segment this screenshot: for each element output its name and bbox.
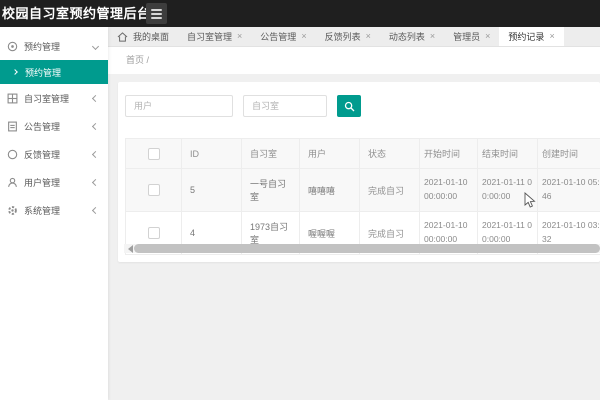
sidebar-item-label: 反馈管理 (24, 148, 87, 161)
window-icon (7, 93, 18, 104)
breadcrumb[interactable]: 首页 / (126, 47, 149, 74)
sidebar-item-label: 公告管理 (24, 120, 87, 133)
search-form (125, 95, 361, 117)
column-header-id: ID (182, 139, 242, 169)
close-icon[interactable]: × (301, 32, 306, 41)
app-window: 校园自习室预约管理后台 预约管理 预约管理 自习室管理 (0, 0, 600, 400)
column-header-room: 自习室 (242, 139, 300, 169)
cell-status: 完成自习 (360, 169, 420, 212)
tab-studyroom-mgmt[interactable]: 自习室管理 × (178, 27, 251, 46)
room-search-input[interactable] (243, 95, 327, 117)
cell-room: 一号自习室 (242, 169, 300, 212)
breadcrumb-bar: 首页 / (108, 47, 600, 74)
column-header-status: 状态 (360, 139, 420, 169)
sidebar-item-label: 自习室管理 (24, 92, 87, 105)
chevron-right-icon (12, 69, 18, 75)
tab-label: 自习室管理 (187, 30, 232, 43)
column-header-end: 结束时间 (478, 139, 538, 169)
horizontal-scrollbar[interactable] (124, 244, 600, 253)
sidebar-item-feedback[interactable]: 反馈管理 (0, 140, 108, 168)
close-icon[interactable]: × (485, 32, 490, 41)
tab-feedback-list[interactable]: 反馈列表 × (316, 27, 380, 46)
chevron-left-icon (92, 206, 99, 213)
sidebar-item-studyroom[interactable]: 自习室管理 (0, 84, 108, 112)
chevron-left-icon (92, 94, 99, 101)
user-search-input[interactable] (125, 95, 233, 117)
sidebar-item-reservation[interactable]: 预约管理 (0, 32, 108, 60)
close-icon[interactable]: × (430, 32, 435, 41)
records-table: ID 自习室 用户 状态 开始时间 结束时间 创建时间 5 一号自习室 嘻嘻嘻 (125, 138, 600, 255)
select-all-checkbox[interactable] (148, 148, 160, 160)
search-icon (344, 101, 355, 112)
chevron-left-icon (92, 150, 99, 157)
table-header-row: ID 自习室 用户 状态 开始时间 结束时间 创建时间 (126, 139, 600, 169)
tab-label: 我的桌面 (133, 30, 169, 43)
sidebar: 预约管理 预约管理 自习室管理 公告管理 反馈管理 (0, 27, 108, 400)
table-row: 5 一号自习室 嘻嘻嘻 完成自习 2021-01-10 00:00:00 202… (126, 169, 600, 212)
cell-id: 5 (182, 169, 242, 212)
chevron-down-icon (92, 42, 99, 49)
sidebar-item-label: 用户管理 (24, 176, 87, 189)
sidebar-subitem-reservation[interactable]: 预约管理 (0, 60, 108, 84)
records-table-wrap: ID 自习室 用户 状态 开始时间 结束时间 创建时间 5 一号自习室 嘻嘻嘻 (125, 138, 600, 255)
records-card: ID 自习室 用户 状态 开始时间 结束时间 创建时间 5 一号自习室 嘻嘻嘻 (118, 82, 600, 262)
close-icon[interactable]: × (549, 32, 554, 41)
tab-dynamic-list[interactable]: 动态列表 × (380, 27, 444, 46)
scroll-left-arrow-icon[interactable] (124, 245, 133, 253)
app-title: 校园自习室预约管理后台 (2, 0, 151, 27)
scrollbar-thumb[interactable] (134, 244, 600, 253)
hamburger-icon (151, 9, 162, 11)
sidebar-item-system[interactable]: 系统管理 (0, 196, 108, 224)
cell-start-time: 2021-01-10 00:00:00 (420, 169, 478, 212)
row-checkbox[interactable] (148, 184, 160, 196)
tab-desktop[interactable]: 我的桌面 (108, 27, 178, 46)
tab-label: 反馈列表 (325, 30, 361, 43)
tab-label: 管理员 (453, 30, 480, 43)
document-icon (7, 121, 18, 132)
sidebar-item-label: 系统管理 (24, 204, 87, 217)
column-header-user: 用户 (300, 139, 360, 169)
search-button[interactable] (337, 95, 361, 117)
cell-user: 嘻嘻嘻 (300, 169, 360, 212)
cell-create-time: 2021-01-10 05:20:46 (538, 169, 600, 212)
home-icon (117, 32, 128, 42)
tab-admin[interactable]: 管理员 × (444, 27, 499, 46)
comment-icon (7, 149, 18, 160)
cell-end-time: 2021-01-11 00:00:00 (478, 169, 538, 212)
column-header-start: 开始时间 (420, 139, 478, 169)
tab-label: 动态列表 (389, 30, 425, 43)
close-icon[interactable]: × (366, 32, 371, 41)
top-header: 校园自习室预约管理后台 (0, 0, 600, 27)
tab-reservation-records[interactable]: 预约记录 × (499, 27, 563, 46)
sidebar-item-announcement[interactable]: 公告管理 (0, 112, 108, 140)
close-icon[interactable]: × (237, 32, 242, 41)
column-header-create: 创建时间 (538, 139, 600, 169)
sidebar-subitem-label: 预约管理 (25, 66, 61, 79)
sidebar-item-label: 预约管理 (24, 40, 87, 53)
row-checkbox[interactable] (148, 227, 160, 239)
tab-label: 预约记录 (508, 30, 544, 43)
clock-icon (7, 41, 18, 52)
gear-icon (7, 205, 18, 216)
tab-announcement-mgmt[interactable]: 公告管理 × (251, 27, 315, 46)
chevron-left-icon (92, 122, 99, 129)
menu-toggle-button[interactable] (146, 3, 167, 24)
user-icon (7, 177, 18, 188)
chevron-left-icon (92, 178, 99, 185)
tab-bar: 我的桌面 自习室管理 × 公告管理 × 反馈列表 × 动态列表 × 管理员 × … (108, 27, 600, 47)
sidebar-item-users[interactable]: 用户管理 (0, 168, 108, 196)
tab-label: 公告管理 (260, 30, 296, 43)
